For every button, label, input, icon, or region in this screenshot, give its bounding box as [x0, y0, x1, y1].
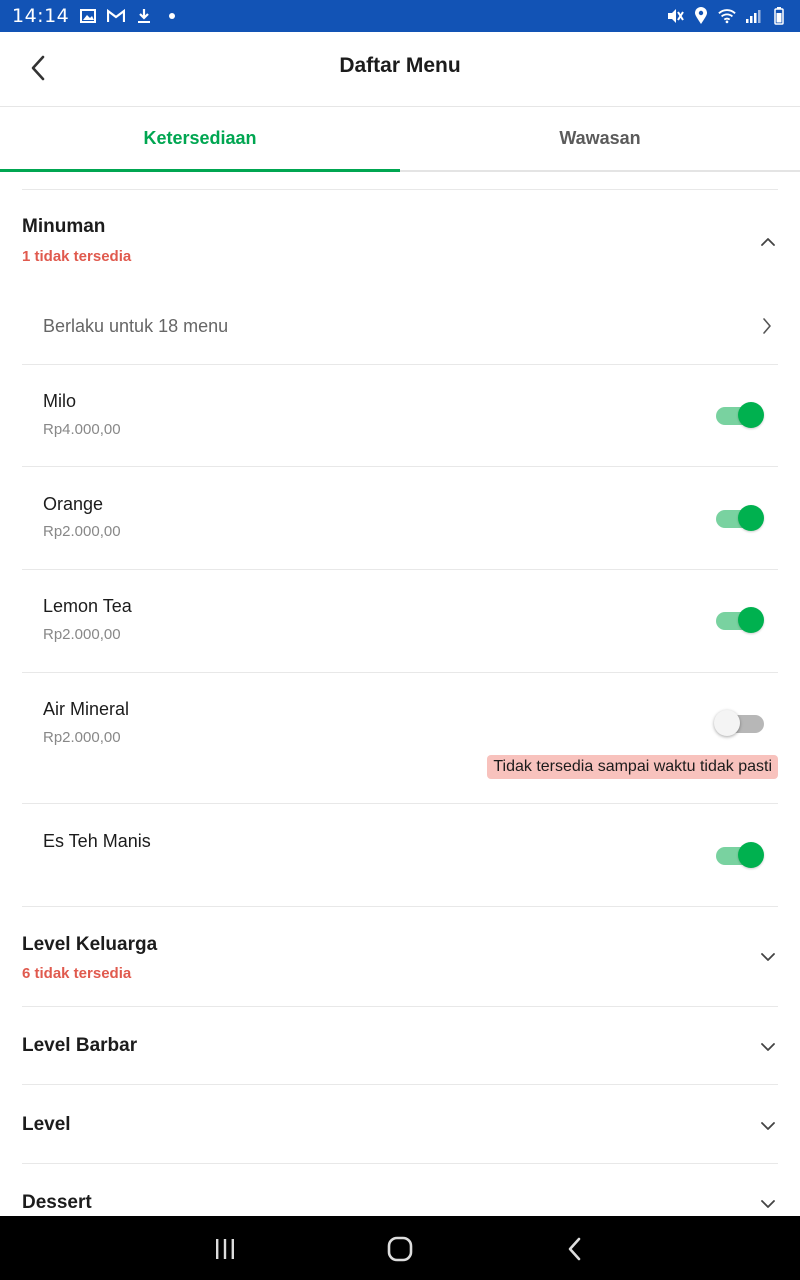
category-name: Level Keluarga — [22, 934, 158, 955]
signal-icon — [744, 7, 762, 25]
status-bar: 14:14 — [0, 0, 800, 32]
category-row-dessert[interactable]: Dessert — [22, 1164, 778, 1216]
menu-item-row: Air Mineral Rp2.000,00 Tidak tersedia sa… — [22, 673, 778, 804]
chevron-down-icon — [758, 1116, 778, 1136]
menu-item-name: Orange — [43, 494, 104, 514]
category-unavailable-count: 1 tidak tersedia — [22, 248, 132, 265]
availability-toggle[interactable] — [714, 838, 764, 872]
back-arrow-icon — [568, 1237, 581, 1261]
menu-item-row: Es Teh Manis — [22, 804, 778, 907]
category-header-minuman[interactable]: Minuman 1 tidak tersedia — [22, 216, 778, 276]
system-back-button[interactable] — [560, 1234, 590, 1264]
system-nav-bar — [0, 1216, 800, 1280]
apply-text: Berlaku untuk 18 menu — [43, 315, 229, 336]
chevron-up-icon — [758, 232, 778, 252]
recent-apps-button[interactable] — [210, 1234, 240, 1264]
divider — [22, 189, 778, 190]
wifi-icon — [718, 7, 736, 25]
tab-wawasan[interactable]: Wawasan — [400, 107, 800, 170]
chevron-down-icon — [758, 1194, 778, 1214]
recent-apps-icon — [216, 1239, 234, 1259]
category-name: Level — [22, 1114, 71, 1135]
home-icon — [387, 1236, 413, 1262]
menu-item-name: Lemon Tea — [43, 596, 132, 616]
availability-toggle[interactable] — [714, 603, 764, 637]
menu-item-price: Rp2.000,00 — [43, 626, 121, 643]
chevron-right-icon — [758, 316, 776, 336]
menu-item-price: Rp2.000,00 — [43, 729, 121, 746]
image-icon — [79, 7, 97, 25]
menu-item-price: Rp4.000,00 — [43, 421, 121, 438]
page-title: Daftar Menu — [339, 54, 461, 77]
menu-item-name: Es Teh Manis — [43, 831, 151, 851]
unavailable-badge: Tidak tersedia sampai waktu tidak pasti — [487, 755, 778, 779]
menu-item-name: Milo — [43, 391, 77, 411]
chevron-down-icon — [758, 947, 778, 967]
category-row-level-keluarga[interactable]: Level Keluarga 6 tidak tersedia — [22, 907, 778, 1007]
app-header: Daftar Menu — [0, 32, 800, 107]
menu-item-row: Milo Rp4.000,00 — [22, 365, 778, 467]
location-icon — [692, 7, 710, 25]
category-name: Minuman — [22, 216, 106, 237]
category-unavailable-count: 6 tidak tersedia — [22, 965, 132, 982]
category-row-level[interactable]: Level — [22, 1085, 778, 1164]
apply-to-menu-row[interactable]: Berlaku untuk 18 menu — [22, 288, 778, 365]
chevron-down-icon — [758, 1037, 778, 1057]
status-time: 14:14 — [12, 5, 70, 27]
battery-icon — [770, 7, 788, 25]
mute-icon — [666, 7, 684, 25]
download-icon — [135, 7, 153, 25]
menu-item-price: Rp2.000,00 — [43, 523, 121, 540]
gmail-icon — [107, 7, 126, 25]
availability-toggle[interactable] — [714, 501, 764, 535]
home-button[interactable] — [385, 1234, 415, 1264]
tab-ketersediaan[interactable]: Ketersediaan — [0, 107, 400, 172]
menu-item-row: Lemon Tea Rp2.000,00 — [22, 570, 778, 673]
menu-item-row: Orange Rp2.000,00 — [22, 467, 778, 570]
menu-item-name: Air Mineral — [43, 699, 130, 719]
menu-list[interactable]: Minuman 1 tidak tersedia Berlaku untuk 1… — [0, 172, 800, 1216]
tab-bar: Ketersediaan Wawasan — [0, 107, 800, 172]
availability-toggle[interactable] — [714, 398, 764, 432]
category-name: Level Barbar — [22, 1035, 138, 1056]
category-name: Dessert — [22, 1192, 92, 1213]
availability-toggle[interactable] — [714, 706, 764, 740]
notification-dot-icon — [163, 7, 181, 25]
category-row-level-barbar[interactable]: Level Barbar — [22, 1007, 778, 1085]
